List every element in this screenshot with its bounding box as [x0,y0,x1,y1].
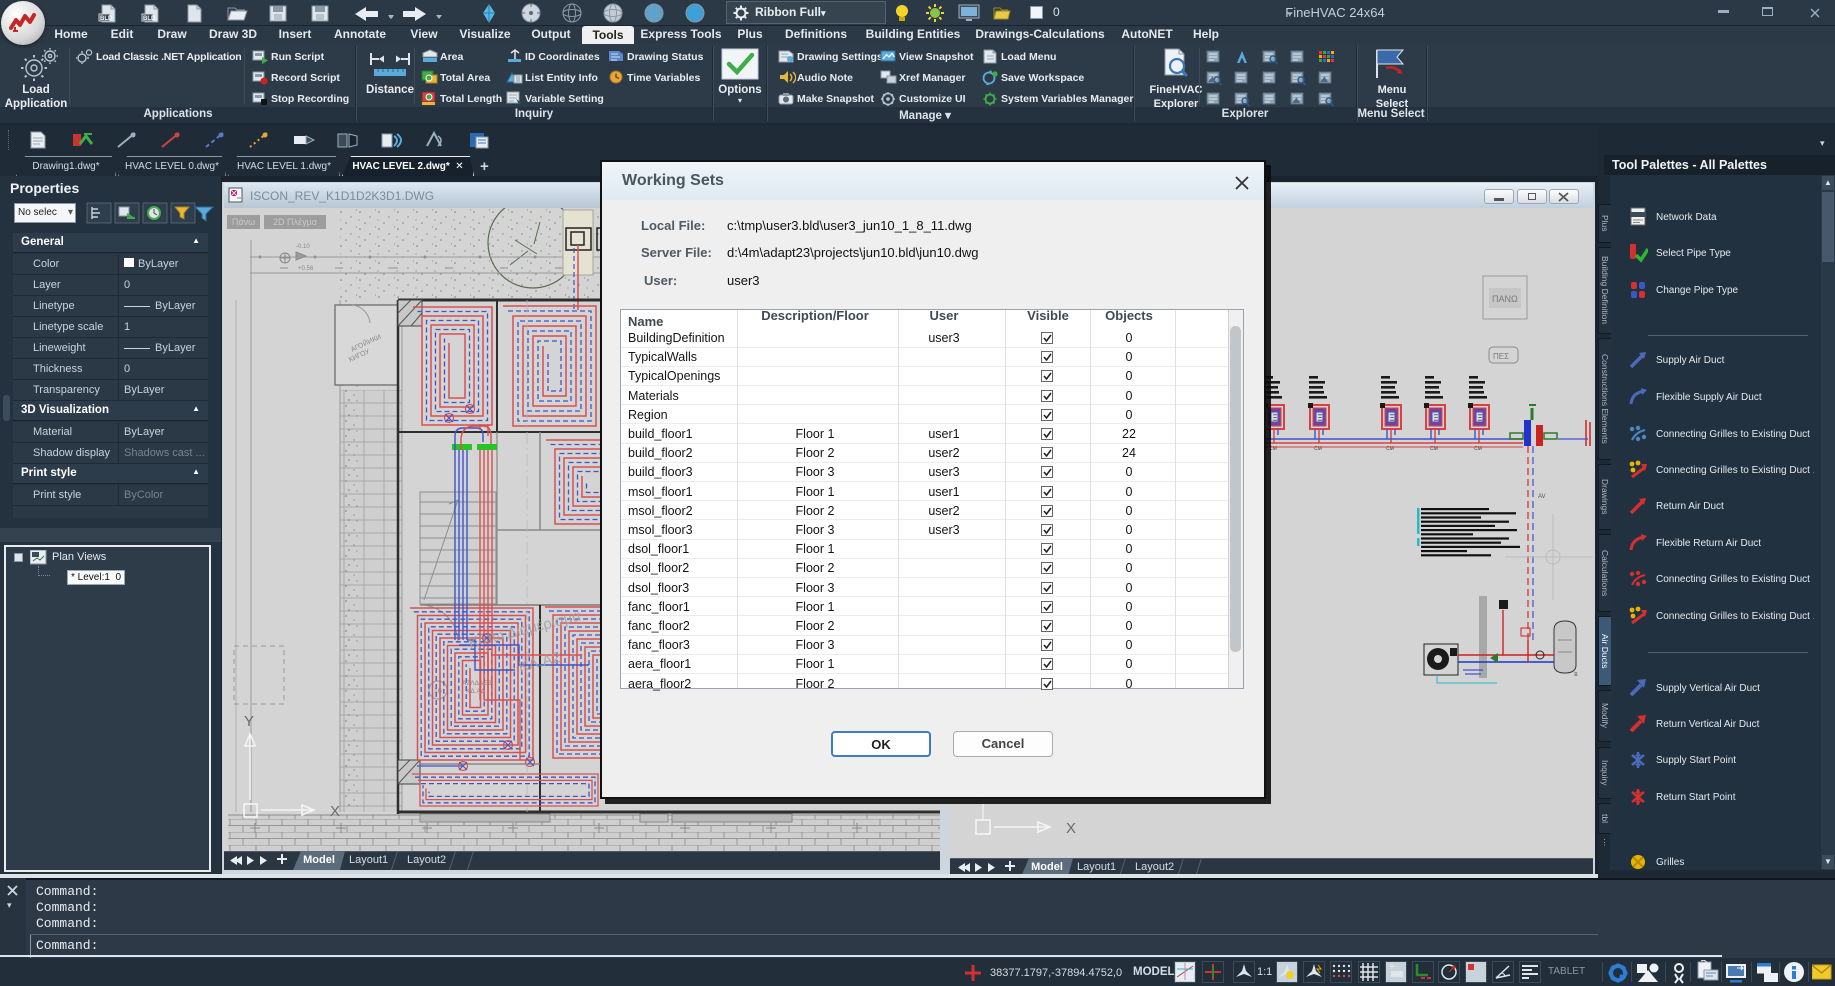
svg-text:ΚΔ.ΑΔ΢: ΚΔ.ΑΔ΢ [466,688,486,695]
svg-text:X: X [1066,820,1076,837]
svg-text:AV: AV [1538,494,1546,500]
svg-text:Ξ: Ξ [1390,414,1395,423]
svg-text:Ξ: Ξ [1434,414,1439,423]
svg-text:X: X [330,803,340,820]
svg-text:Ξ: Ξ [1318,414,1323,423]
svg-text:≡: ≡ [1574,672,1578,678]
svg-text:+0.56: +0.56 [298,266,314,272]
svg-text:Y: Y [244,713,254,730]
svg-text:BLD: BLD [100,16,113,22]
svg-text:-0.10: -0.10 [296,244,310,250]
svg-text:Ξ: Ξ [1478,414,1483,423]
svg-text:ΠΕΣ: ΠΕΣ [1493,352,1509,361]
svg-text:ΠΑΝΩ: ΠΑΝΩ [1492,294,1518,304]
svg-text:Ξ: Ξ [1273,414,1278,423]
svg-text:BLD: BLD [143,16,156,22]
